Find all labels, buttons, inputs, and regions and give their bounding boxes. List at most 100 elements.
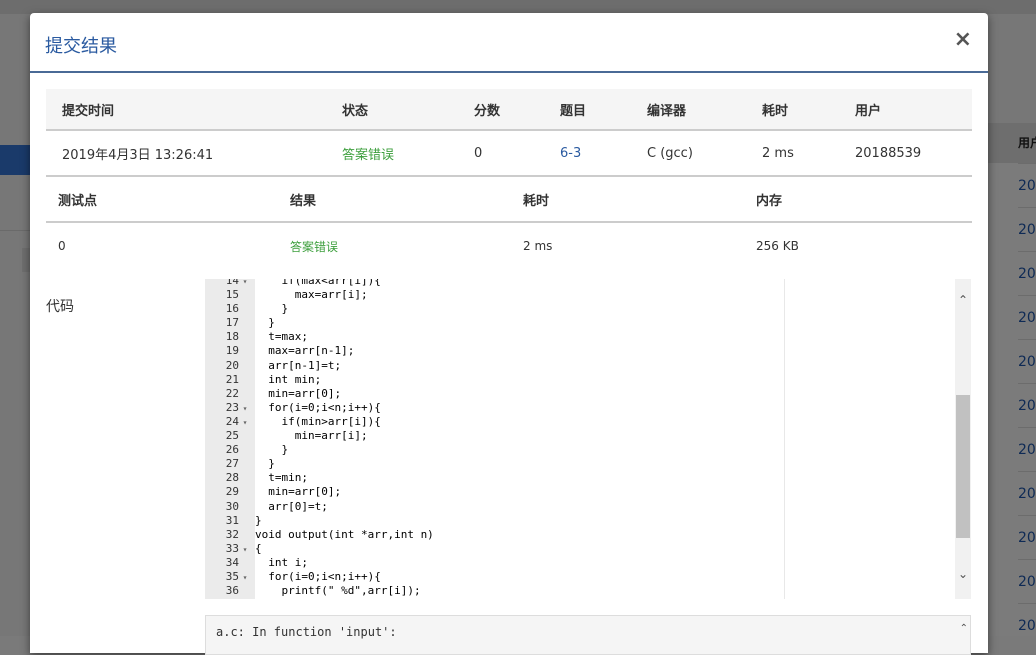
col-compiler: 编译器 xyxy=(646,89,761,131)
background-cell: 201 xyxy=(1018,515,1036,560)
background-cell: 201 xyxy=(1018,295,1036,340)
submission-row: 2019年4月3日 13:26:41 答案错误 0 6-3 C (gcc) 2 … xyxy=(46,130,972,177)
code-line: 34 int i; xyxy=(205,556,945,570)
background-cell: 201 xyxy=(1018,603,1036,648)
code-text: max=arr[n-1]; xyxy=(255,344,355,358)
code-text: } xyxy=(255,513,262,527)
code-line: 30 arr[0]=t; xyxy=(205,500,945,514)
line-number: 19 xyxy=(225,344,239,358)
submission-result-modal: 提交结果 × 提交时间 状态 分数 题目 编译器 耗时 用户 2019年4月3日… xyxy=(30,13,988,655)
background-cell: 201 xyxy=(1018,383,1036,428)
code-text: min=arr[0]; xyxy=(255,485,342,499)
code-label: 代码 xyxy=(46,299,74,315)
chevron-up-icon[interactable]: ⌃ xyxy=(960,623,968,634)
testcase-table: 测试点 结果 耗时 内存 0 答案错误 2 ms 256 KB xyxy=(46,177,972,269)
code-line: 19 max=arr[n-1]; xyxy=(205,344,945,358)
fold-arrow-icon[interactable]: ▾ xyxy=(239,416,251,430)
code-line: 33 ▾ { xyxy=(205,542,945,556)
code-line: 32 void output(int *arr,int n) xyxy=(205,528,945,542)
code-line: 31} xyxy=(205,514,945,528)
fold-arrow-icon[interactable]: ▾ xyxy=(239,543,251,557)
line-number: 30 xyxy=(225,499,239,513)
testcase-header-row: 测试点 结果 耗时 内存 xyxy=(46,177,972,223)
line-number: 16 xyxy=(225,302,239,316)
code-line: 15 max=arr[i]; xyxy=(205,288,945,302)
code-text: void output(int *arr,int n) xyxy=(255,527,434,541)
background-cell: 201 xyxy=(1018,559,1036,604)
close-icon[interactable]: × xyxy=(954,29,972,51)
line-number: 27 xyxy=(225,457,239,471)
code-line: 36 printf(" %d",arr[i]); xyxy=(205,584,945,598)
code-line: 24 ▾ if(min>arr[i]){ xyxy=(205,415,945,429)
code-text: } xyxy=(255,457,275,471)
score-value: 0 xyxy=(473,130,559,177)
code-line: 23 ▾ for(i=0;i<n;i++){ xyxy=(205,401,945,415)
scrollbar-thumb[interactable] xyxy=(956,395,970,538)
code-text: } xyxy=(255,302,289,316)
code-line: 17 } xyxy=(205,316,945,330)
background-cell: 201 xyxy=(1018,471,1036,516)
line-number: 35 xyxy=(225,569,239,583)
code-line: 27 } xyxy=(205,457,945,471)
code-editor[interactable]: 14 ▾ if(max<arr[i]){15 max=arr[i]; 16 } 17 … xyxy=(205,279,971,599)
background-header xyxy=(0,0,1036,14)
submit-time: 2019年4月3日 13:26:41 xyxy=(46,130,341,177)
line-number: 25 xyxy=(225,429,239,443)
col-result: 结果 xyxy=(289,177,522,223)
code-line: 22 min=arr[0]; xyxy=(205,387,945,401)
code-line: 18 t=max; xyxy=(205,330,945,344)
code-text: arr[n-1]=t; xyxy=(255,358,342,372)
col-score: 分数 xyxy=(473,89,559,131)
line-number: 32 xyxy=(225,527,239,541)
scrollbar[interactable]: ⌃ ⌄ xyxy=(955,279,971,599)
background-control xyxy=(22,248,30,272)
code-line: 35 ▾ for(i=0;i<n;i++){ xyxy=(205,570,945,584)
code-text: min=arr[i]; xyxy=(255,429,368,443)
line-number: 33 xyxy=(225,541,239,555)
code-text: max=arr[i]; xyxy=(255,288,368,302)
background-table: 用户 201201201201201201201201201201201 xyxy=(988,123,1036,636)
problem-link[interactable]: 6-3 xyxy=(559,130,646,177)
chevron-up-icon[interactable]: ⌃ xyxy=(955,293,971,307)
col-time: 耗时 xyxy=(522,177,755,223)
submission-header-row: 提交时间 状态 分数 题目 编译器 耗时 用户 xyxy=(46,89,972,131)
line-number: 34 xyxy=(225,555,239,569)
modal-title: 提交结果 xyxy=(45,36,117,57)
col-problem: 题目 xyxy=(559,89,646,131)
line-number: 24 xyxy=(225,414,239,428)
line-number: 28 xyxy=(225,471,239,485)
code-line: 21 int min; xyxy=(205,373,945,387)
line-number: 20 xyxy=(225,358,239,372)
code-text: t=min; xyxy=(255,471,308,485)
testcase-result: 答案错误 xyxy=(290,239,339,254)
line-number: 17 xyxy=(225,316,239,330)
line-number: 14 xyxy=(225,279,239,287)
code-text: } xyxy=(255,316,275,330)
line-number: 29 xyxy=(225,485,239,499)
line-number: 22 xyxy=(225,386,239,400)
chevron-down-icon[interactable]: ⌄ xyxy=(955,567,971,581)
background-col-header: 用户 xyxy=(988,123,1036,163)
background-cell: 201 xyxy=(1018,427,1036,472)
compiler-value: C (gcc) xyxy=(646,130,761,177)
line-number: 15 xyxy=(225,288,239,302)
fold-arrow-icon[interactable]: ▾ xyxy=(239,402,251,416)
fold-arrow-icon[interactable]: ▾ xyxy=(239,571,251,585)
code-text: if(max<arr[i]){ xyxy=(255,279,381,287)
line-number: 36 xyxy=(225,584,239,598)
line-number: 26 xyxy=(225,443,239,457)
code-text: for(i=0;i<n;i++){ xyxy=(255,569,381,583)
elapsed-value: 2 ms xyxy=(761,130,854,177)
code-text: } xyxy=(255,443,289,457)
background-cell: 201 xyxy=(1018,251,1036,296)
code-text: printf(" %d",arr[i]); xyxy=(255,584,421,598)
col-elapsed: 耗时 xyxy=(761,89,854,131)
code-line: 14 ▾ if(max<arr[i]){ xyxy=(205,279,945,288)
compile-output: a.c: In function 'input': ⌃ xyxy=(205,615,971,655)
code-line: 29 min=arr[0]; xyxy=(205,485,945,499)
background-active-nav xyxy=(0,145,30,175)
submission-table: 提交时间 状态 分数 题目 编译器 耗时 用户 2019年4月3日 13:26:… xyxy=(46,89,972,177)
col-memory: 内存 xyxy=(755,177,972,223)
code-line: 28 t=min; xyxy=(205,471,945,485)
user-value: 20188539 xyxy=(854,130,972,177)
